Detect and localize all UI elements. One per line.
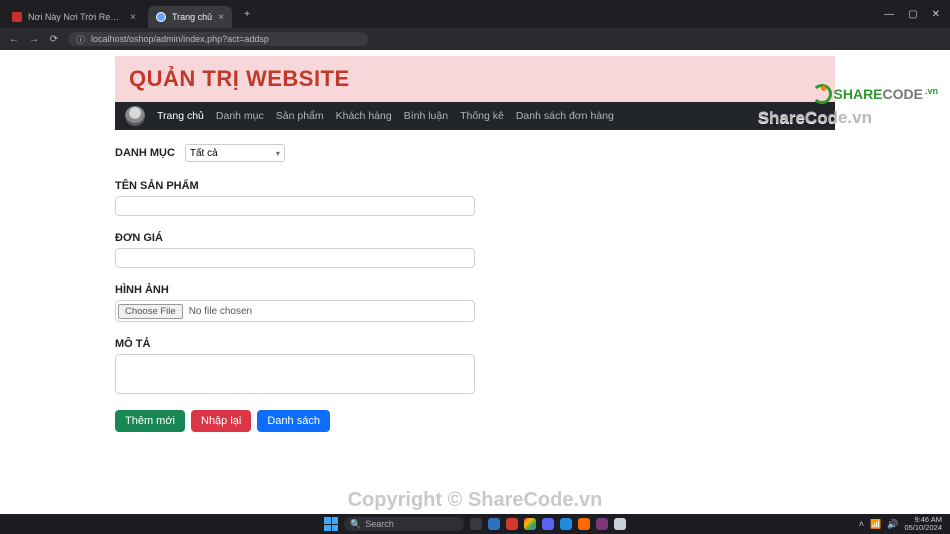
desc-label: MÔ TẢ	[115, 338, 835, 350]
close-window-icon[interactable]: ✕	[932, 9, 940, 20]
app-icon-2[interactable]	[578, 518, 590, 530]
page-title: QUẢN TRỊ WEBSITE	[129, 66, 821, 92]
category-label: DANH MỤC	[115, 147, 175, 159]
minimize-icon[interactable]: —	[884, 9, 894, 20]
tray-chevron-icon[interactable]: ˄	[859, 519, 864, 529]
nav-customer[interactable]: Khách hàng	[336, 110, 392, 122]
price-input[interactable]	[115, 248, 475, 268]
chevron-down-icon: ▾	[276, 149, 280, 158]
search-placeholder: Search	[365, 519, 394, 529]
nav-stats[interactable]: Thống kê	[460, 110, 504, 122]
forward-icon[interactable]: →	[28, 34, 40, 45]
tab-title: Nơi Này Nơi Trời Renou | d…	[28, 12, 124, 22]
tab-title: Trang chủ	[172, 12, 212, 22]
maximize-icon[interactable]: ▢	[908, 9, 917, 20]
windows-taskbar: 🔍 Search ˄ 📶 🔊 9:46 AM 05/10/2024	[0, 514, 950, 534]
file-status: No file chosen	[189, 306, 252, 317]
reset-button[interactable]: Nhập lại	[191, 410, 251, 432]
close-icon[interactable]: ×	[218, 12, 224, 23]
task-view-icon[interactable]	[470, 518, 482, 530]
browser-titlebar: Nơi Này Nơi Trời Renou | d… × Trang chủ …	[0, 0, 950, 28]
start-button[interactable]	[324, 517, 338, 531]
app-icon[interactable]	[506, 518, 518, 530]
add-button[interactable]: Thêm mới	[115, 410, 185, 432]
globe-icon	[156, 12, 166, 22]
swirl-icon	[812, 84, 832, 104]
back-icon[interactable]: ←	[8, 34, 20, 45]
nav-comment[interactable]: Bình luận	[404, 110, 448, 122]
nav-category[interactable]: Danh mục	[216, 110, 264, 122]
chrome-icon[interactable]	[524, 518, 536, 530]
avatar[interactable]	[125, 106, 145, 126]
page-banner: QUẢN TRỊ WEBSITE	[115, 56, 835, 102]
youtube-icon	[12, 12, 22, 22]
price-label: ĐƠN GIÁ	[115, 232, 835, 244]
app-icon-4[interactable]	[614, 518, 626, 530]
volume-icon[interactable]: 🔊	[887, 519, 898, 530]
category-select[interactable]: Tất cả ▾	[185, 144, 285, 162]
watermark-bottom: Copyright © ShareCode.vn	[0, 489, 950, 512]
new-tab-button[interactable]: +	[238, 5, 256, 23]
name-label: TÊN SẢN PHẨM	[115, 180, 835, 192]
add-product-form: DANH MỤC Tất cả ▾ TÊN SẢN PHẨM ĐƠN GIÁ H…	[115, 130, 835, 432]
sharecode-logo: SHARECODE .vn	[812, 84, 938, 104]
image-label: HÌNH ẢNH	[115, 284, 835, 296]
image-file-input[interactable]: Choose File No file chosen	[115, 300, 475, 322]
taskbar-search[interactable]: 🔍 Search	[344, 517, 464, 531]
wifi-icon[interactable]: 📶	[870, 519, 881, 530]
discord-icon[interactable]	[542, 518, 554, 530]
category-value: Tất cả	[190, 148, 218, 159]
browser-toolbar: ← → ⟳ ⓘ localhost/oshop/admin/index.php?…	[0, 28, 950, 50]
browser-tab-2[interactable]: Trang chủ ×	[148, 6, 232, 28]
browser-tab-1[interactable]: Nơi Này Nơi Trời Renou | d… ×	[4, 6, 144, 28]
list-button[interactable]: Danh sách	[257, 410, 330, 432]
admin-navbar: Trang chủ Danh mục Sản phẩm Khách hàng B…	[115, 102, 835, 130]
url-text: localhost/oshop/admin/index.php?act=adds…	[91, 34, 269, 44]
explorer-icon[interactable]	[488, 518, 500, 530]
desc-textarea[interactable]	[115, 354, 475, 394]
name-input[interactable]	[115, 196, 475, 216]
reload-icon[interactable]: ⟳	[48, 34, 60, 45]
nav-home[interactable]: Trang chủ	[157, 110, 204, 122]
info-icon: ⓘ	[76, 33, 85, 46]
app-icon-3[interactable]	[596, 518, 608, 530]
page-viewport: SHARECODE .vn QUẢN TRỊ WEBSITE Trang chủ…	[0, 50, 950, 514]
choose-file-button[interactable]: Choose File	[118, 304, 183, 319]
search-icon: 🔍	[350, 519, 361, 530]
nav-product[interactable]: Sản phẩm	[276, 110, 324, 122]
nav-orders[interactable]: Danh sách đơn hàng	[516, 110, 614, 122]
taskbar-clock[interactable]: 9:46 AM 05/10/2024	[904, 516, 942, 532]
vscode-icon[interactable]	[560, 518, 572, 530]
close-icon[interactable]: ×	[130, 12, 136, 23]
address-bar[interactable]: ⓘ localhost/oshop/admin/index.php?act=ad…	[68, 32, 368, 46]
